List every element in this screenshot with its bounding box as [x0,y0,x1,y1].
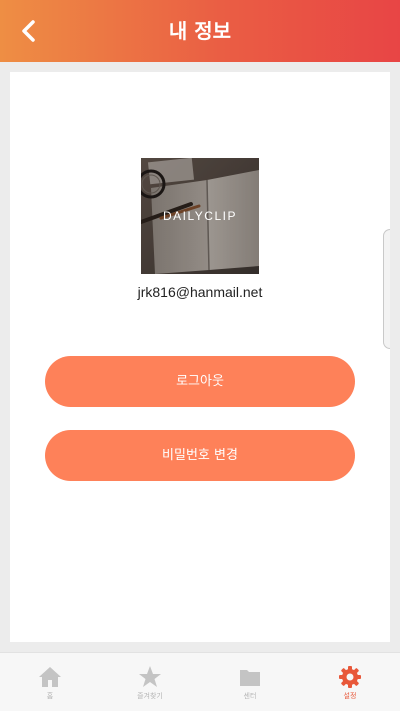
page-title: 내 정보 [168,19,232,43]
nav-item-home[interactable]: 홈 [0,653,100,711]
nav-label-center: 센터 [243,692,257,700]
nav-label-favorites: 즐겨찾기 [137,692,163,700]
profile-image: DAILYCLIP [141,158,259,274]
profile-card: DAILYCLIP jrk816@hanmail.net 로그아웃 비밀번호 변… [10,72,390,642]
header-bar: 내 정보 [0,0,400,62]
user-email: jrk816@hanmail.net [137,284,263,300]
nav-item-settings[interactable]: 설정 [300,653,400,711]
app-screen: 내 정보 DAILYCLIP jrk816@hanmail.net 로그아웃 비… [0,0,400,711]
change-password-button[interactable]: 비밀번호 변경 [45,430,355,481]
profile-image-label: DAILYCLIP [163,209,237,223]
logout-button[interactable]: 로그아웃 [45,356,355,407]
folder-icon [240,670,260,686]
chevron-left-icon [22,20,35,42]
gear-icon [339,666,361,688]
home-icon [39,667,61,687]
nav-label-settings: 설정 [343,692,357,700]
nav-item-center[interactable]: 센터 [200,653,300,711]
nav-item-favorites[interactable]: 즐겨찾기 [100,653,200,711]
back-button[interactable] [12,14,46,48]
nav-label-home: 홈 [46,692,54,700]
star-icon [139,666,161,687]
bottom-navigation: 홈 즐겨찾기 센터 설정 [0,652,400,711]
